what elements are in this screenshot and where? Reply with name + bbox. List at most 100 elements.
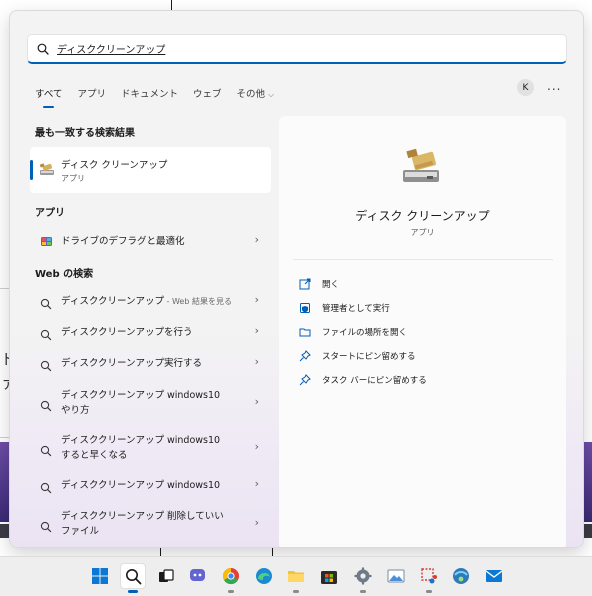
chevron-right-icon: ›: [254, 324, 259, 337]
search-icon: [40, 397, 52, 416]
web-result-row[interactable]: ディスククリーンアップ 削除していいファイル ›: [30, 508, 271, 540]
action-open-file-location[interactable]: ファイルの場所を開く: [299, 324, 407, 340]
web-result-label: ディスククリーンアップ 削除していいファイル: [61, 511, 224, 537]
chevron-right-icon: ›: [254, 477, 259, 490]
defrag-icon: [40, 233, 53, 252]
shield-icon: [300, 303, 310, 313]
desktop-window-strip: [584, 524, 592, 538]
tab-apps[interactable]: アプリ: [77, 86, 106, 100]
filter-tabs: すべて アプリ ドキュメント ウェブ その他 ⌵: [35, 83, 289, 108]
divider: [293, 259, 553, 260]
chevron-right-icon: ›: [254, 355, 259, 368]
best-match-result[interactable]: ディスク クリーンアップ アプリ: [30, 147, 271, 193]
tab-more[interactable]: その他 ⌵: [237, 86, 275, 100]
search-icon: [40, 479, 52, 498]
chevron-right-icon: ›: [254, 293, 259, 306]
tab-more-label: その他: [236, 89, 266, 100]
web-result-label: ディスククリーンアップ windows10 すると早くなる: [61, 435, 221, 461]
best-match-name: ディスク クリーンアップ: [61, 160, 168, 171]
search-icon: [40, 518, 52, 537]
web-result-label: ディスククリーンアップ - Web 結果を見る: [61, 294, 261, 309]
action-label: タスク バーにピン留めする: [322, 376, 427, 386]
tab-web[interactable]: ウェブ: [193, 86, 222, 100]
chevron-down-icon: ⌵: [268, 90, 275, 99]
task-view-icon[interactable]: [155, 565, 177, 587]
running-indicator: [228, 590, 234, 593]
windows-start-icon[interactable]: [89, 565, 111, 587]
search-icon: [40, 442, 52, 461]
settings-icon[interactable]: [352, 565, 374, 593]
action-open[interactable]: 開く: [299, 276, 339, 292]
web-result-row[interactable]: ディスククリーンアップ - Web 結果を見る ›: [30, 292, 271, 310]
search-flyout: すべて アプリ ドキュメント ウェブ その他⌵ K ... 最も一致する検索結果…: [9, 10, 584, 548]
search-icon: [40, 326, 52, 345]
web-result-row[interactable]: ディスククリーンアップを行う ›: [30, 323, 271, 341]
action-label: スタートにピン留めする: [322, 352, 416, 362]
list-item-defrag[interactable]: ドライブのデフラグと最適化 ›: [30, 232, 271, 250]
running-indicator: [360, 590, 366, 593]
taskbar: [0, 556, 592, 596]
web-result-suffix: - Web 結果を見る: [163, 297, 232, 306]
desktop-wallpaper-right: [584, 442, 592, 522]
action-run-as-admin[interactable]: 管理者として実行: [299, 300, 390, 316]
action-pin-to-start[interactable]: スタートにピン留めする: [299, 348, 416, 364]
web-result-row[interactable]: ディスククリーンアップ windows10 やり方 ›: [30, 387, 271, 419]
chevron-right-icon: ›: [254, 440, 259, 453]
running-indicator: [293, 590, 299, 593]
action-label: ファイルの場所を開く: [322, 328, 408, 338]
web-result-label: ディスククリーンアップを行う: [61, 327, 193, 338]
pin-icon: [299, 350, 311, 362]
web-result-row[interactable]: ディスククリーンアップ実行する ›: [30, 354, 271, 372]
action-pin-to-taskbar[interactable]: タスク バーにピン留めする: [299, 372, 427, 388]
search-input[interactable]: [57, 38, 537, 59]
pin-icon: [299, 374, 311, 386]
web-result-row[interactable]: ディスククリーンアップ windows10 ›: [30, 476, 271, 494]
list-item-label: ドライブのデフラグと最適化: [61, 236, 185, 247]
photos-icon[interactable]: [385, 565, 407, 587]
disk-cleanup-icon: [39, 161, 55, 181]
tab-all[interactable]: すべて: [35, 86, 62, 108]
disk-cleanup-icon: [399, 144, 443, 192]
account-avatar[interactable]: K: [517, 79, 534, 96]
selection-indicator: [30, 160, 33, 180]
best-match-type: アプリ: [61, 174, 85, 183]
search-box[interactable]: [27, 34, 567, 64]
preview-title: ディスク クリーンアップ: [355, 209, 490, 223]
edge-icon[interactable]: [253, 565, 275, 587]
snipping-tool-icon[interactable]: [418, 565, 440, 593]
chevron-right-icon: ›: [254, 233, 259, 246]
chevron-right-icon: ›: [254, 395, 259, 408]
preview-type: アプリ: [410, 228, 435, 237]
web-result-row[interactable]: ディスククリーンアップ windows10 すると早くなる ›: [30, 432, 271, 464]
folder-icon: [299, 328, 311, 337]
web-result-label: ディスククリーンアップ windows10: [61, 480, 221, 491]
web-search-heading: Web の検索: [35, 269, 94, 280]
action-label: 管理者として実行: [322, 304, 390, 314]
best-match-heading: 最も一致する検索結果: [35, 128, 135, 139]
search-icon: [37, 43, 49, 55]
web-result-label: ディスククリーンアップ実行する: [61, 358, 202, 369]
desktop-window-edge: [272, 548, 273, 556]
microsoft-store-icon[interactable]: [318, 565, 340, 587]
open-icon: [299, 278, 311, 290]
search-icon: [40, 295, 52, 314]
network-icon[interactable]: [450, 565, 472, 587]
active-indicator: [128, 590, 138, 593]
apps-heading: アプリ: [35, 208, 65, 219]
chevron-right-icon: ›: [254, 516, 259, 529]
action-label: 開く: [322, 280, 340, 290]
web-result-query: ディスククリーンアップ: [61, 296, 164, 307]
preview-pane: ディスク クリーンアップ アプリ 開く 管理者として実行 ファイルの場所を開く …: [279, 116, 566, 547]
desktop-window-edge: [160, 548, 161, 556]
desktop-window-edge: [171, 0, 172, 10]
search-icon[interactable]: [120, 563, 146, 593]
mail-icon[interactable]: [483, 565, 505, 587]
file-explorer-icon[interactable]: [285, 565, 307, 593]
search-icon: [40, 357, 52, 376]
more-options-button[interactable]: ...: [547, 79, 561, 93]
tab-documents[interactable]: ドキュメント: [121, 86, 178, 100]
web-result-label: ディスククリーンアップ windows10 やり方: [61, 390, 221, 416]
chat-icon[interactable]: [187, 565, 209, 587]
running-indicator: [426, 590, 432, 593]
chrome-icon[interactable]: [220, 565, 242, 593]
